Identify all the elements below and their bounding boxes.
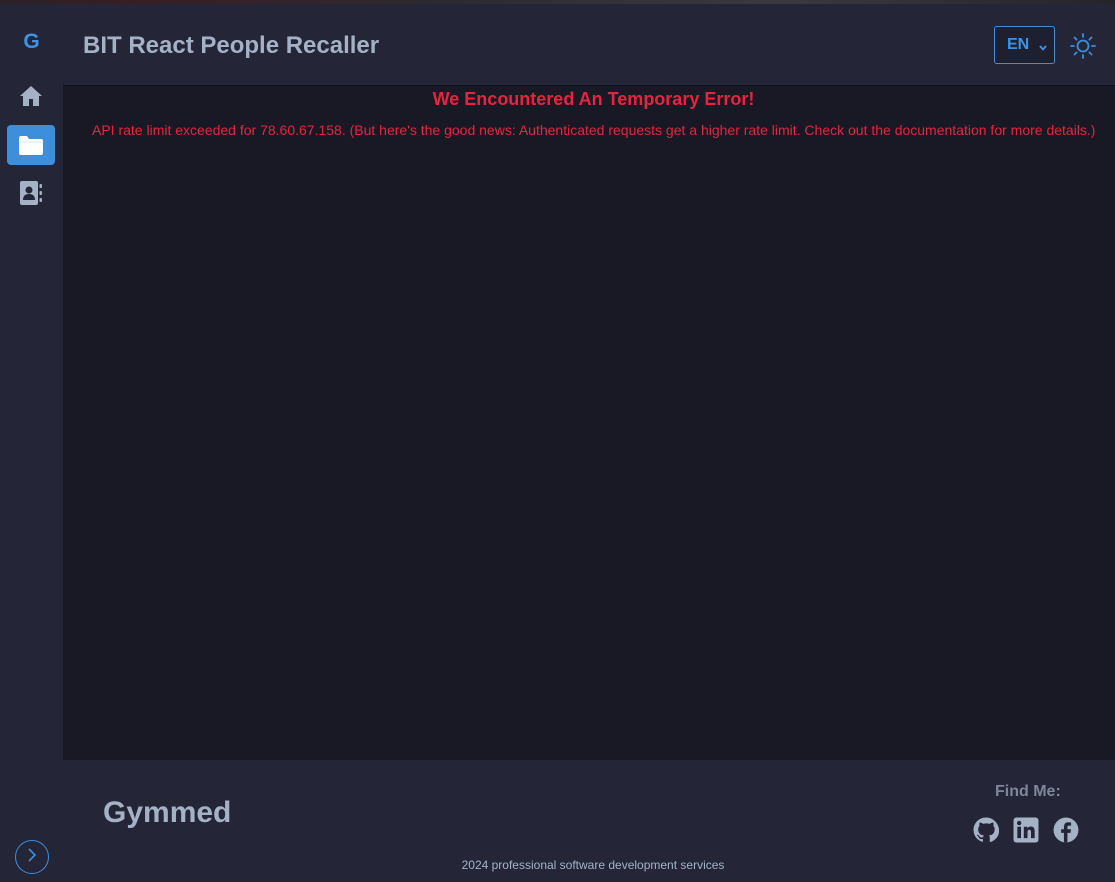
chevron-down-icon: [1038, 40, 1048, 58]
main-content: We Encountered An Temporary Error! API r…: [63, 87, 1115, 760]
error-message: API rate limit exceeded for 78.60.67.158…: [92, 122, 1096, 138]
app-footer: Gymmed Find Me: 2024 professional softwa…: [63, 760, 1115, 882]
linkedin-icon: [1013, 817, 1039, 847]
page-title: BIT React People Recaller: [83, 32, 380, 59]
sidebar-expand-button[interactable]: [15, 840, 49, 874]
linkedin-link[interactable]: [1013, 817, 1039, 843]
language-select[interactable]: EN: [994, 26, 1055, 64]
app-logo[interactable]: G: [0, 30, 63, 54]
theme-toggle-button[interactable]: [1069, 32, 1097, 60]
chevron-right-icon: [26, 847, 38, 867]
contact-book-icon: [19, 180, 43, 206]
facebook-link[interactable]: [1053, 817, 1079, 843]
copyright-text: 2024 professional software development s…: [461, 858, 725, 872]
sidebar: G: [0, 4, 63, 882]
language-select-value: EN: [1007, 36, 1030, 53]
footer-brand: Gymmed: [103, 796, 232, 829]
github-link[interactable]: [973, 817, 1000, 843]
error-title: We Encountered An Temporary Error!: [432, 89, 755, 109]
home-icon: [19, 85, 43, 107]
sidebar-item-contacts[interactable]: [7, 173, 55, 213]
sun-icon: [1069, 33, 1097, 64]
sidebar-item-home[interactable]: [7, 76, 55, 116]
facebook-icon: [1053, 817, 1079, 847]
sidebar-item-projects[interactable]: [7, 125, 55, 165]
github-icon: [973, 817, 1000, 847]
find-me-label: Find Me:: [995, 783, 1061, 800]
folder-icon: [18, 134, 44, 156]
app-header: BIT React People Recaller EN: [63, 4, 1115, 86]
